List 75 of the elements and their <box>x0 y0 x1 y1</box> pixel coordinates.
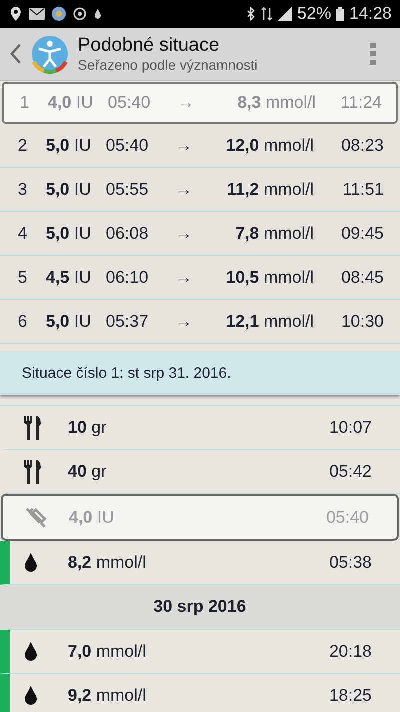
glucose-value: 10,5 mmol/l <box>225 268 314 288</box>
dose: 5,0 IU <box>46 180 92 200</box>
network-icon <box>261 7 274 21</box>
dose: 5,0 IU <box>46 312 92 332</box>
entry-row[interactable]: 10 gr 10:07 <box>0 406 400 450</box>
dose-time: 05:40 <box>106 136 150 156</box>
app-icon <box>52 7 66 21</box>
drop-icon <box>24 686 38 706</box>
drop-icon <box>24 642 38 662</box>
entry-value: 10 gr <box>68 418 108 438</box>
entry-time: 05:42 <box>329 462 372 482</box>
arrow: → <box>174 136 194 156</box>
entry-value: 8,2 mmol/l <box>68 552 148 572</box>
dose-time: 05:55 <box>106 180 150 200</box>
banner-text: Situace číslo 1: st srp 31. 2016. <box>22 365 232 382</box>
sync-icon <box>73 7 87 21</box>
fork-knife-icon <box>24 460 42 484</box>
dose: 4,0 IU <box>48 93 94 113</box>
entry-time: 10:07 <box>329 418 372 438</box>
glucose-time: 11:24 <box>340 93 382 113</box>
arrow: → <box>174 312 194 332</box>
entry-value: 4,0 IU <box>69 508 116 528</box>
glucose-value: 12,0 mmol/l <box>225 136 314 156</box>
entry-time: 20:18 <box>329 642 372 662</box>
row-number: 3 <box>18 180 28 200</box>
dose-time: 05:37 <box>106 312 150 332</box>
entry-time: 05:38 <box>329 552 372 572</box>
mail-icon <box>29 8 45 20</box>
arrow: → <box>174 224 194 244</box>
glucose-time: 09:45 <box>340 224 384 244</box>
drop-icon <box>24 552 38 572</box>
glucose-value: 7,8 mmol/l <box>234 224 314 244</box>
arrow: → <box>174 180 194 200</box>
dose-time: 06:08 <box>106 224 150 244</box>
row-number: 2 <box>18 136 28 156</box>
dose-time: 06:10 <box>106 268 150 288</box>
arrow: → <box>174 268 194 288</box>
signal-icon <box>278 7 292 21</box>
clock: 14:28 <box>349 4 392 24</box>
row-number: 1 <box>20 93 30 113</box>
location-icon <box>10 7 22 21</box>
row-number: 6 <box>18 312 28 332</box>
battery-percent: 52% <box>297 4 332 24</box>
entry-row[interactable]: 9,2 mmol/l 18:25 <box>0 674 400 712</box>
glucose-time: 11:51 <box>342 180 384 200</box>
entry-value: 40 gr <box>68 462 108 482</box>
row-number: 4 <box>18 224 28 244</box>
drop-icon <box>94 9 102 19</box>
glucose-time: 10:30 <box>340 312 384 332</box>
entry-value: 9,2 mmol/l <box>68 686 148 706</box>
screen-title: Podobné situace <box>78 35 221 57</box>
glucose-time: 08:45 <box>340 268 384 288</box>
syringe-icon <box>25 506 47 528</box>
glucose-value: 8,3 mmol/l <box>236 93 316 113</box>
glucose-time: 08:23 <box>340 136 384 156</box>
bluetooth-icon <box>247 7 256 21</box>
row-number: 5 <box>18 268 28 288</box>
glucose-value: 12,1 mmol/l <box>225 312 314 332</box>
fork-knife-icon <box>24 416 42 440</box>
logo-icon <box>30 34 70 74</box>
screen-subtitle: Seřazeno podle významnosti <box>78 57 259 73</box>
glucose-value: 11,2 mmol/l <box>226 180 314 200</box>
entry-row[interactable]: 7,0 mmol/l 20:18 <box>0 630 400 674</box>
entry-time: 18:25 <box>329 686 372 706</box>
date-header: 30 srp 2016 <box>0 585 400 630</box>
dose: 5,0 IU <box>46 224 92 244</box>
entry-value: 7,0 mmol/l <box>68 642 148 662</box>
battery-icon <box>336 7 344 21</box>
dose: 4,5 IU <box>46 268 92 288</box>
dose-time: 05:40 <box>108 93 152 113</box>
arrow: → <box>176 93 196 113</box>
overflow-menu-icon[interactable] <box>370 43 376 65</box>
entry-time: 05:40 <box>326 508 369 528</box>
back-icon[interactable] <box>10 43 22 65</box>
dose: 5,0 IU <box>46 136 92 156</box>
